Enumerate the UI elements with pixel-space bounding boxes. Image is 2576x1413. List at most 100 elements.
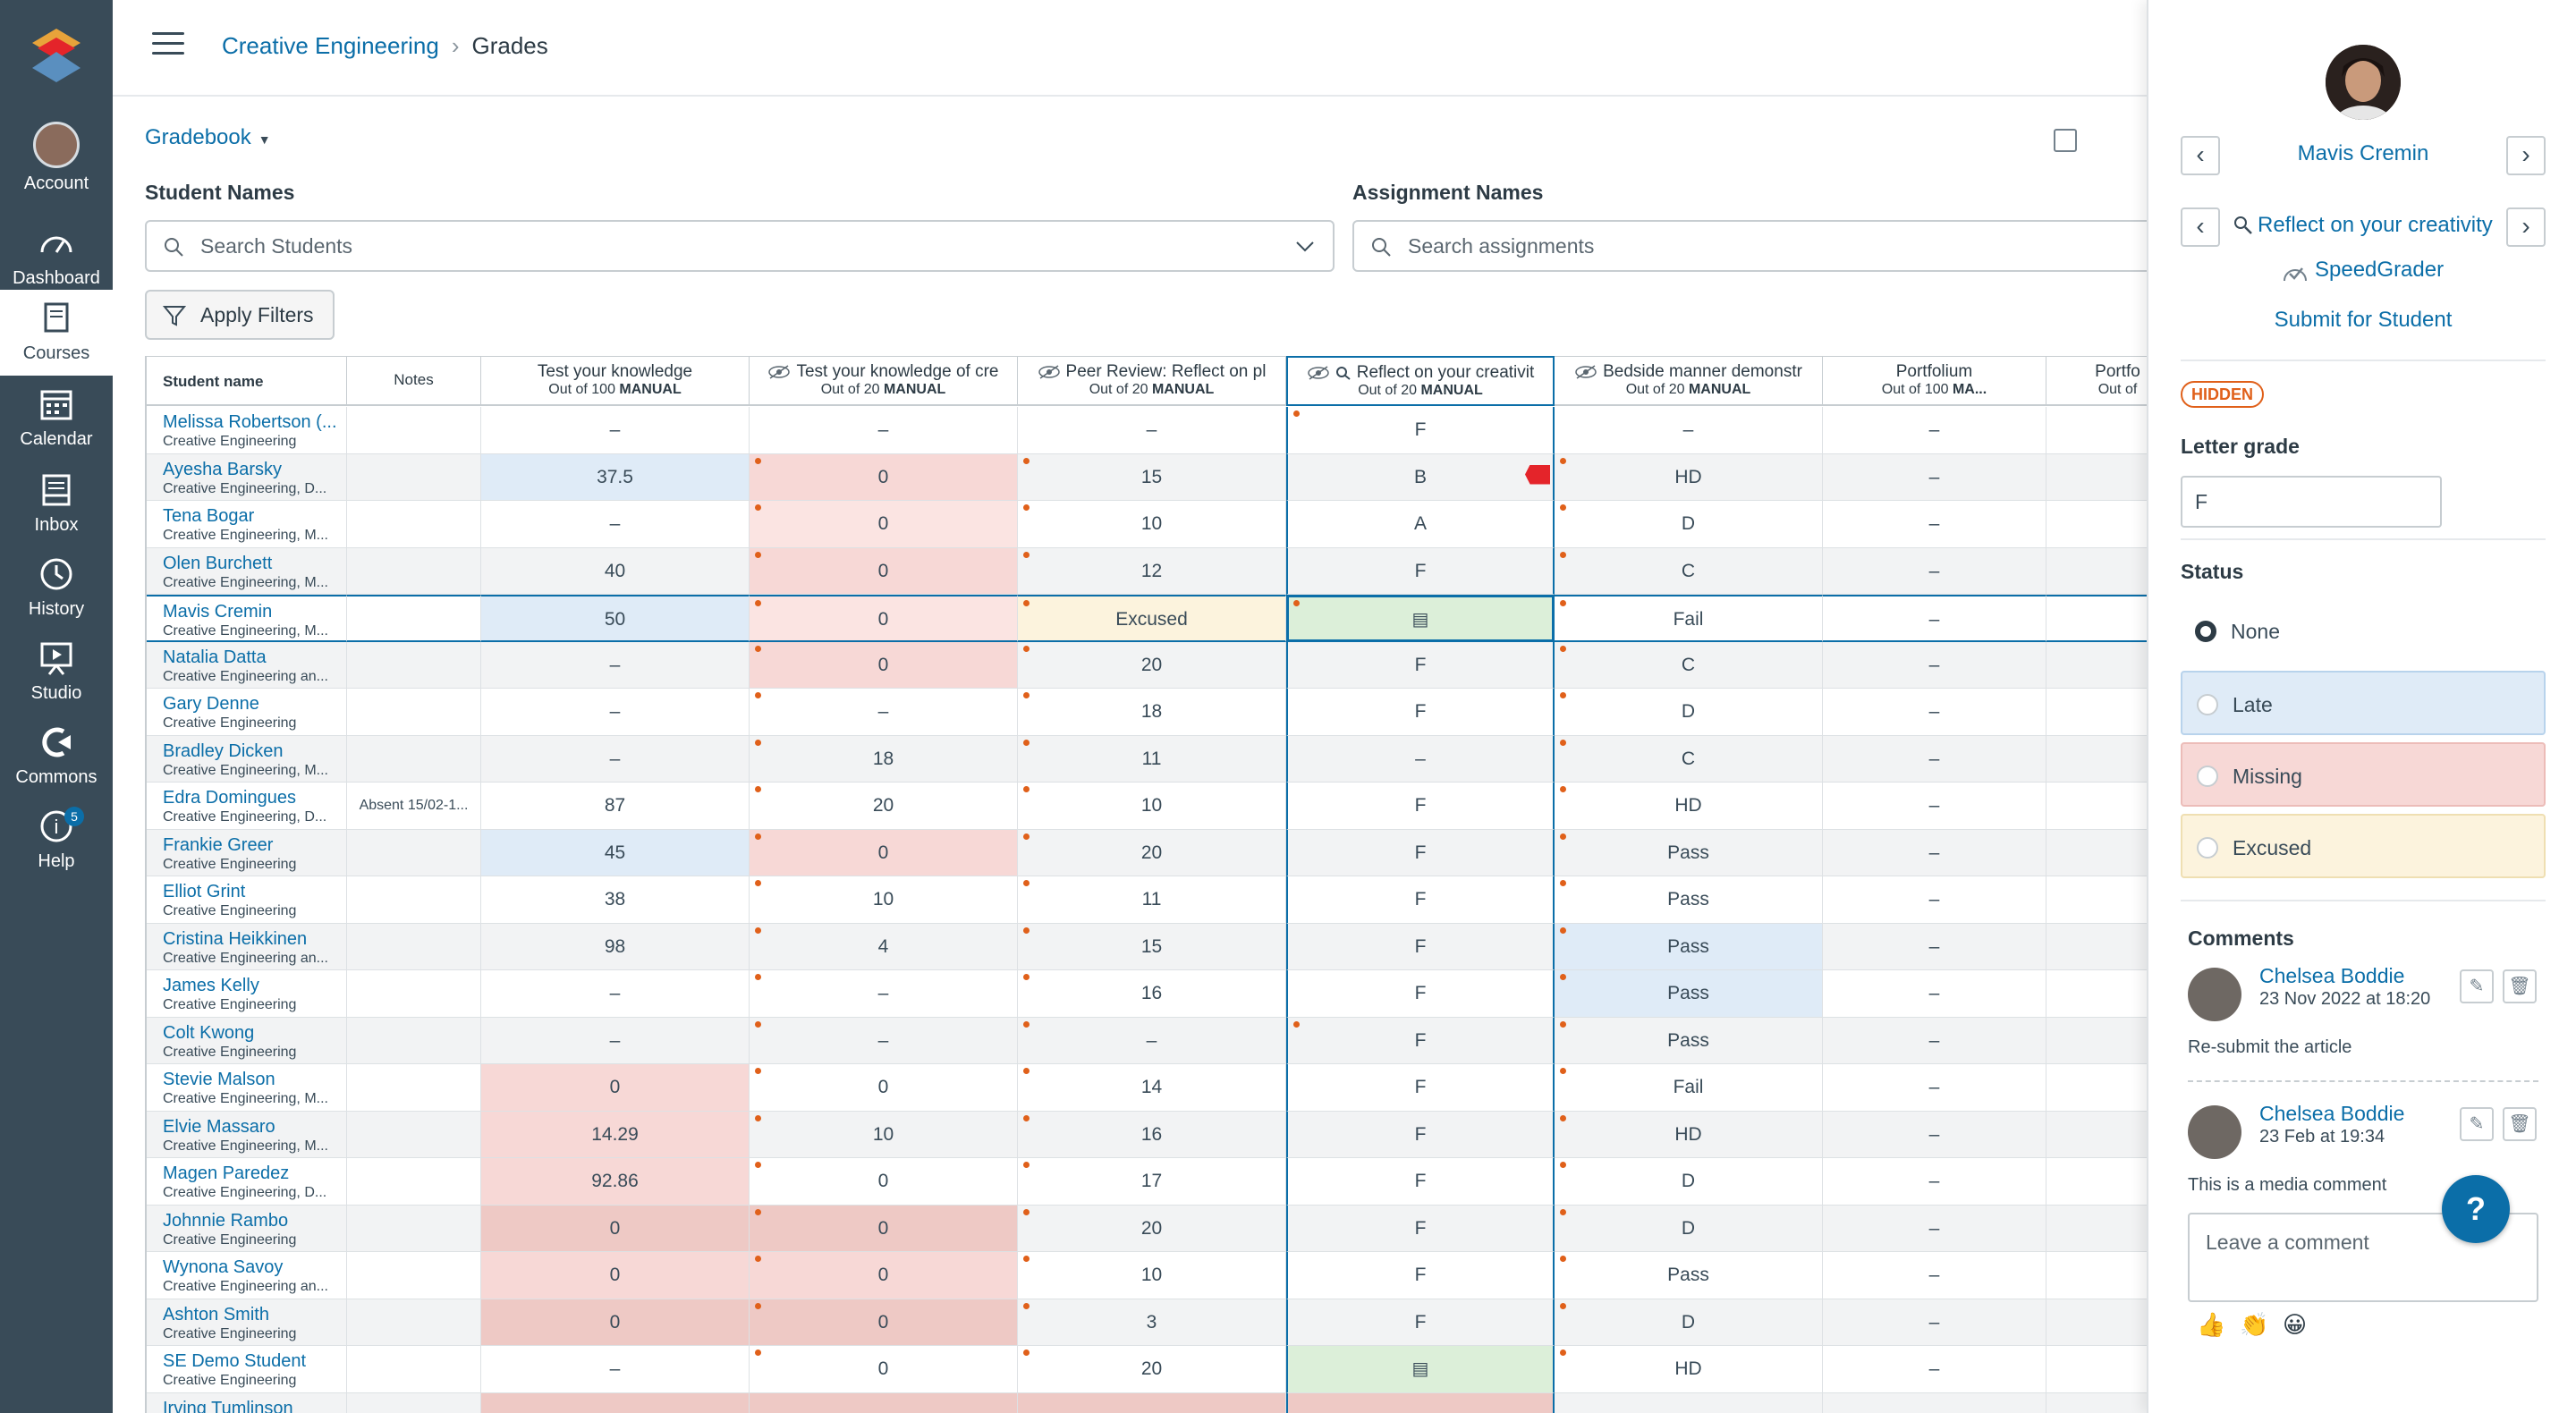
grade-cell[interactable]: D (1555, 1299, 1823, 1346)
grade-cell[interactable]: 18 (1018, 689, 1286, 736)
grade-cell[interactable] (2046, 641, 2147, 689)
grade-cell[interactable]: F (1286, 641, 1555, 689)
grade-cell[interactable]: 45 (481, 829, 750, 876)
grade-cell[interactable]: – (1823, 1158, 2046, 1206)
column-header-assignment-selected[interactable]: Reflect on your creativit Out of 20 MANUA… (1286, 356, 1555, 406)
grade-cell[interactable]: 3 (1018, 1299, 1286, 1346)
student-name-cell[interactable]: Melissa Robertson (... Creative Engineeri… (147, 407, 347, 454)
grade-cell[interactable] (2046, 735, 2147, 783)
nav-commons[interactable]: Commons (0, 723, 113, 803)
grade-cell[interactable]: D (1555, 689, 1823, 736)
grade-cell[interactable] (750, 1392, 1018, 1413)
grade-cell[interactable]: 0 (750, 641, 1018, 689)
grade-cell[interactable]: – (750, 1017, 1018, 1064)
gradebook-settings-icon[interactable] (2054, 129, 2077, 152)
nav-calendar[interactable]: Calendar (0, 385, 113, 465)
grade-cell[interactable] (2046, 1158, 2147, 1206)
grade-cell[interactable]: 12 (1018, 547, 1286, 595)
grade-cell[interactable]: A (1286, 501, 1555, 548)
grade-cell[interactable] (2046, 1205, 2147, 1252)
grade-cell[interactable] (1555, 1392, 1823, 1413)
grade-cell[interactable] (2046, 876, 2147, 924)
grade-cell[interactable]: 0 (481, 1064, 750, 1112)
grade-cell[interactable]: 40 (481, 547, 750, 595)
student-name-link[interactable]: Melissa Robertson (... (163, 412, 346, 433)
grade-cell[interactable]: – (1823, 735, 2046, 783)
student-name-cell[interactable]: Magen Paredez Creative Engineering, D... (147, 1158, 347, 1206)
grade-cell[interactable] (2046, 453, 2147, 501)
grade-cell[interactable]: Pass (1555, 970, 1823, 1018)
grade-cell[interactable]: 0 (750, 1299, 1018, 1346)
student-name-cell[interactable]: Irving Tumlinson (147, 1392, 347, 1413)
notes-cell[interactable] (347, 1252, 481, 1299)
grade-cell[interactable]: – (481, 407, 750, 454)
student-name-link[interactable]: SE Demo Student (163, 1351, 346, 1372)
grade-cell[interactable] (2046, 689, 2147, 736)
notes-cell[interactable] (347, 501, 481, 548)
edit-comment-button[interactable]: ✎ (2460, 969, 2494, 1003)
grade-cell[interactable]: 10 (750, 1111, 1018, 1158)
grade-cell[interactable]: 20 (1018, 829, 1286, 876)
grade-cell[interactable]: B (1286, 453, 1555, 501)
student-name-link[interactable]: Elliot Grint (163, 882, 346, 902)
grade-cell[interactable]: – (1823, 829, 2046, 876)
notes-cell[interactable] (347, 1392, 481, 1413)
smile-icon[interactable]: 😀 (2283, 1311, 2307, 1339)
notes-cell[interactable] (347, 1158, 481, 1206)
grade-cell[interactable]: 14.29 (481, 1111, 750, 1158)
grade-cell[interactable]: 0 (750, 1252, 1018, 1299)
grade-cell[interactable]: 10 (1018, 501, 1286, 548)
column-header-assignment[interactable]: Portfolium Out of 100 MA... (1823, 356, 2046, 406)
grade-cell[interactable] (2046, 1392, 2147, 1413)
menu-toggle-button[interactable] (152, 32, 184, 59)
comment-author-link[interactable]: Chelsea Boddie (2259, 1102, 2404, 1126)
student-name-link[interactable]: Wynona Savoy (163, 1257, 346, 1278)
grade-cell[interactable]: – (750, 407, 1018, 454)
notes-cell[interactable] (347, 1346, 481, 1393)
student-name-cell[interactable]: Tena Bogar Creative Engineering, M... (147, 501, 347, 548)
next-assignment-button[interactable]: › (2506, 207, 2546, 247)
grade-cell[interactable]: – (1823, 1346, 2046, 1393)
grade-cell[interactable]: 0 (750, 547, 1018, 595)
grade-cell[interactable]: 0 (750, 501, 1018, 548)
grade-cell[interactable]: C (1555, 641, 1823, 689)
grade-cell[interactable]: – (1823, 453, 2046, 501)
notes-cell[interactable] (347, 1017, 481, 1064)
grade-cell[interactable]: F (1286, 876, 1555, 924)
grade-cell[interactable]: F (1286, 547, 1555, 595)
column-header-student-name[interactable]: Student name (147, 356, 347, 406)
nav-studio[interactable]: Studio (0, 639, 113, 719)
grade-cell[interactable]: F (1286, 783, 1555, 830)
previous-student-button[interactable]: ‹ (2181, 136, 2220, 175)
student-name-cell[interactable]: Mavis Cremin Creative Engineering, M... (147, 595, 347, 642)
grade-cell[interactable] (2046, 829, 2147, 876)
student-name-cell[interactable]: Frankie Greer Creative Engineering (147, 829, 347, 876)
notes-cell[interactable] (347, 595, 481, 642)
student-name-link[interactable]: Magen Paredez (163, 1163, 346, 1184)
grade-cell[interactable]: 0 (750, 1346, 1018, 1393)
grade-cell[interactable]: 98 (481, 923, 750, 970)
grade-cell[interactable]: F (1286, 407, 1555, 454)
student-name-cell[interactable]: Stevie Malson Creative Engineering, M... (147, 1064, 347, 1112)
column-header-notes[interactable]: Notes (347, 356, 481, 406)
grade-cell[interactable]: HD (1555, 1111, 1823, 1158)
student-name-cell[interactable]: Elvie Massaro Creative Engineering, M... (147, 1111, 347, 1158)
grade-cell[interactable]: 11 (1018, 735, 1286, 783)
delete-comment-button[interactable]: 🗑 (2503, 969, 2537, 1003)
grade-cell[interactable]: 0 (481, 1252, 750, 1299)
grade-cell[interactable]: – (1823, 1205, 2046, 1252)
grade-cell[interactable]: Pass (1555, 1017, 1823, 1064)
student-name-cell[interactable]: Olen Burchett Creative Engineering, M... (147, 547, 347, 595)
grade-cell[interactable]: F (1286, 970, 1555, 1018)
student-name-cell[interactable]: Colt Kwong Creative Engineering (147, 1017, 347, 1064)
student-name-cell[interactable]: Natalia Datta Creative Engineering an... (147, 641, 347, 689)
grade-cell[interactable]: – (481, 970, 750, 1018)
grade-cell[interactable]: F (1286, 829, 1555, 876)
grade-cell[interactable]: F (1286, 923, 1555, 970)
grade-cell[interactable]: 15 (1018, 923, 1286, 970)
gradebook-menu[interactable]: Gradebook ▼ (145, 125, 271, 150)
student-name-link[interactable]: Ayesha Barsky (163, 460, 346, 480)
grade-cell[interactable]: F (1286, 1205, 1555, 1252)
grade-cell[interactable] (2046, 1064, 2147, 1112)
student-name-link[interactable]: Olen Burchett (163, 554, 346, 574)
